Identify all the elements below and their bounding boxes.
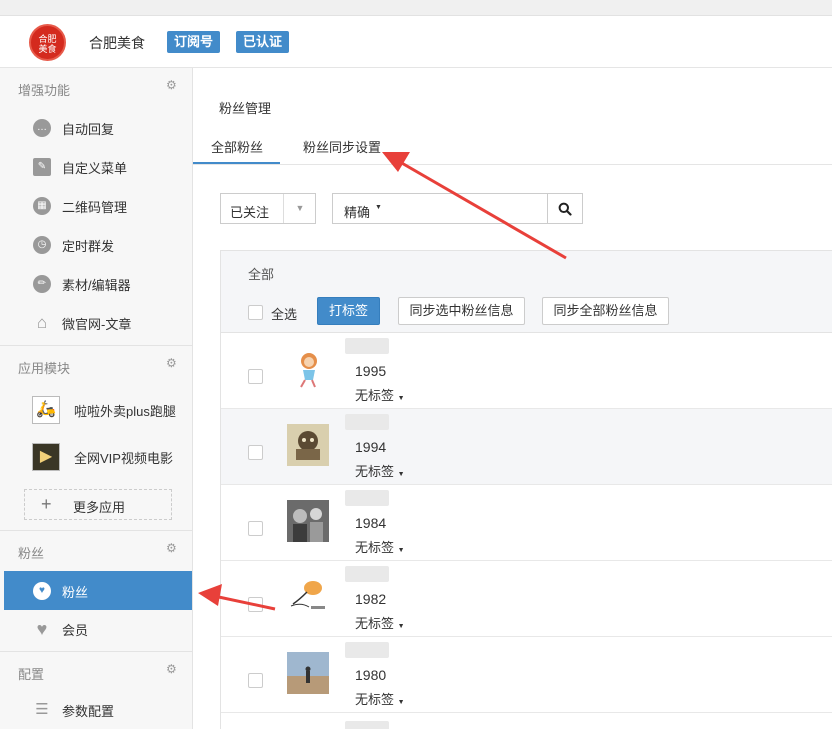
- edit-document-icon: ✎: [33, 158, 51, 176]
- account-name: 合肥美食: [89, 35, 145, 51]
- search-button[interactable]: [547, 193, 583, 224]
- sidebar-section-config: 配置 ⚙: [0, 651, 192, 689]
- gear-icon[interactable]: ⚙: [166, 541, 178, 555]
- avatar[interactable]: [287, 348, 329, 390]
- row-checkbox[interactable]: [248, 521, 263, 536]
- fan-year: 1980: [355, 667, 387, 683]
- table-row: 1994 无标签 ▼: [221, 409, 832, 485]
- sidebar-app-vip-video[interactable]: ▶ 全网VIP视频电影: [0, 435, 192, 475]
- sidebar-item-members[interactable]: ♥ 会员: [0, 609, 192, 648]
- panel-title: 全部: [248, 267, 275, 282]
- row-checkbox[interactable]: [248, 445, 263, 460]
- fans-panel: 全部 全选 打标签 同步选中粉丝信息 同步全部粉丝信息 1995 无标签 ▼ 1…: [220, 250, 832, 729]
- heart-icon: ♥: [36, 619, 48, 639]
- table-row: 1982 无标签 ▼: [221, 561, 832, 637]
- row-checkbox[interactable]: [248, 597, 263, 612]
- tab-fans-sync-settings[interactable]: 粉丝同步设置: [303, 137, 381, 156]
- clock-icon: ◷: [33, 236, 51, 254]
- verified-badge: 已认证: [236, 31, 290, 53]
- sidebar-item-scheduled-broadcast[interactable]: ◷ 定时群发: [0, 225, 192, 264]
- gear-icon[interactable]: ⚙: [166, 356, 178, 370]
- gear-icon[interactable]: ⚙: [166, 78, 178, 92]
- panel-header: 全部 全选 打标签 同步选中粉丝信息 同步全部粉丝信息: [221, 251, 832, 333]
- home-icon: ⌂: [36, 313, 48, 332]
- caret-down-icon: ▼: [397, 699, 405, 706]
- table-row: 1984 无标签 ▼: [221, 485, 832, 561]
- nickname-blurred: [345, 721, 389, 729]
- header: 合肥 美食 合肥美食 订阅号 已认证: [0, 16, 832, 68]
- select-all-checkbox[interactable]: [248, 305, 263, 320]
- plus-icon: +: [41, 494, 52, 514]
- film-icon: ▶: [32, 443, 60, 471]
- nickname-blurred: [345, 642, 389, 658]
- caret-down-icon: ▼: [397, 471, 405, 478]
- tag-dropdown[interactable]: 无标签 ▼: [355, 461, 405, 480]
- fan-year: 1984: [355, 515, 387, 531]
- match-mode-dropdown[interactable]: 精确 ▼: [332, 193, 392, 224]
- sidebar-section-enhance: 增强功能 ⚙: [18, 78, 178, 98]
- sidebar-section-fans: 粉丝 ⚙: [0, 530, 192, 568]
- nickname-blurred: [345, 414, 389, 430]
- subscription-badge: 订阅号: [167, 31, 221, 53]
- sidebar-item-micro-site[interactable]: ⌂ 微官网-文章: [0, 303, 192, 342]
- sidebar-item-auto-reply[interactable]: … 自动回复: [0, 108, 192, 147]
- row-checkbox[interactable]: [248, 369, 263, 384]
- qrcode-icon: ▦: [33, 197, 51, 215]
- nickname-blurred: [345, 566, 389, 582]
- sidebar-item-fans[interactable]: ♥ 粉丝: [4, 571, 192, 610]
- sidebar-app-takeaway[interactable]: 🛵 啦啦外卖plus跑腿: [0, 388, 192, 428]
- active-tab-underline: [193, 162, 280, 164]
- table-row: 1980 无标签 ▼: [221, 637, 832, 713]
- tab-all-fans[interactable]: 全部粉丝: [211, 137, 263, 156]
- fan-year: 1994: [355, 439, 387, 455]
- sync-all-button[interactable]: 同步全部粉丝信息: [542, 297, 669, 325]
- fan-year: 1982: [355, 591, 387, 607]
- nickname-blurred: [345, 338, 389, 354]
- caret-down-icon: ▼: [397, 547, 405, 554]
- tab-bar: 全部粉丝 粉丝同步设置: [193, 127, 832, 165]
- sidebar: 增强功能 ⚙ … 自动回复 ✎ 自定义菜单 ▦ 二维码管理 ◷ 定时群发 ✏ 素…: [0, 68, 193, 729]
- scooter-icon: 🛵: [32, 396, 60, 424]
- row-checkbox[interactable]: [248, 673, 263, 688]
- tag-dropdown[interactable]: 无标签 ▼: [355, 613, 405, 632]
- sync-selected-button[interactable]: 同步选中粉丝信息: [398, 297, 525, 325]
- sidebar-section-apps: 应用模块 ⚙: [0, 345, 192, 383]
- page-title: 粉丝管理: [219, 101, 272, 116]
- sidebar-item-custom-menu[interactable]: ✎ 自定义菜单: [0, 147, 192, 186]
- follow-status-select[interactable]: 已关注 ▼: [220, 193, 316, 224]
- select-all-label[interactable]: 全选: [271, 304, 297, 323]
- sidebar-item-qrcode[interactable]: ▦ 二维码管理: [0, 186, 192, 225]
- tag-dropdown[interactable]: 无标签 ▼: [355, 537, 405, 556]
- caret-down-icon: ▼: [397, 395, 405, 402]
- main-content: 粉丝管理 全部粉丝 粉丝同步设置 已关注 ▼ 精确 ▼ 全部 全选 打标签 同步…: [193, 68, 832, 729]
- tag-button[interactable]: 打标签: [317, 297, 380, 325]
- caret-down-icon: ▼: [397, 623, 405, 630]
- caret-down-icon: ▼: [375, 204, 382, 211]
- account-logo[interactable]: 合肥 美食: [29, 24, 66, 61]
- avatar[interactable]: [287, 576, 329, 618]
- fan-year: 1995: [355, 363, 387, 379]
- tag-dropdown[interactable]: 无标签 ▼: [355, 689, 405, 708]
- search-icon: [558, 202, 572, 216]
- more-apps-button[interactable]: + 更多应用: [24, 489, 172, 520]
- window-top-strip: [0, 0, 832, 16]
- list-icon: ☰: [35, 701, 49, 718]
- caret-down-icon[interactable]: ▼: [283, 194, 316, 223]
- table-row: 1995 无标签 ▼: [221, 333, 832, 409]
- sidebar-item-material-editor[interactable]: ✏ 素材/编辑器: [0, 264, 192, 303]
- nickname-blurred: [345, 490, 389, 506]
- gear-icon[interactable]: ⚙: [166, 662, 178, 676]
- avatar[interactable]: [287, 424, 329, 466]
- heart-icon: ♥: [33, 582, 51, 600]
- sidebar-item-param-config[interactable]: ☰ 参数配置: [0, 690, 192, 729]
- pencil-icon: ✏: [33, 275, 51, 293]
- table-row: [221, 713, 832, 729]
- search-input[interactable]: [391, 193, 548, 224]
- avatar[interactable]: [287, 500, 329, 542]
- chat-bubble-icon: …: [33, 119, 51, 137]
- tag-dropdown[interactable]: 无标签 ▼: [355, 385, 405, 404]
- avatar[interactable]: [287, 652, 329, 694]
